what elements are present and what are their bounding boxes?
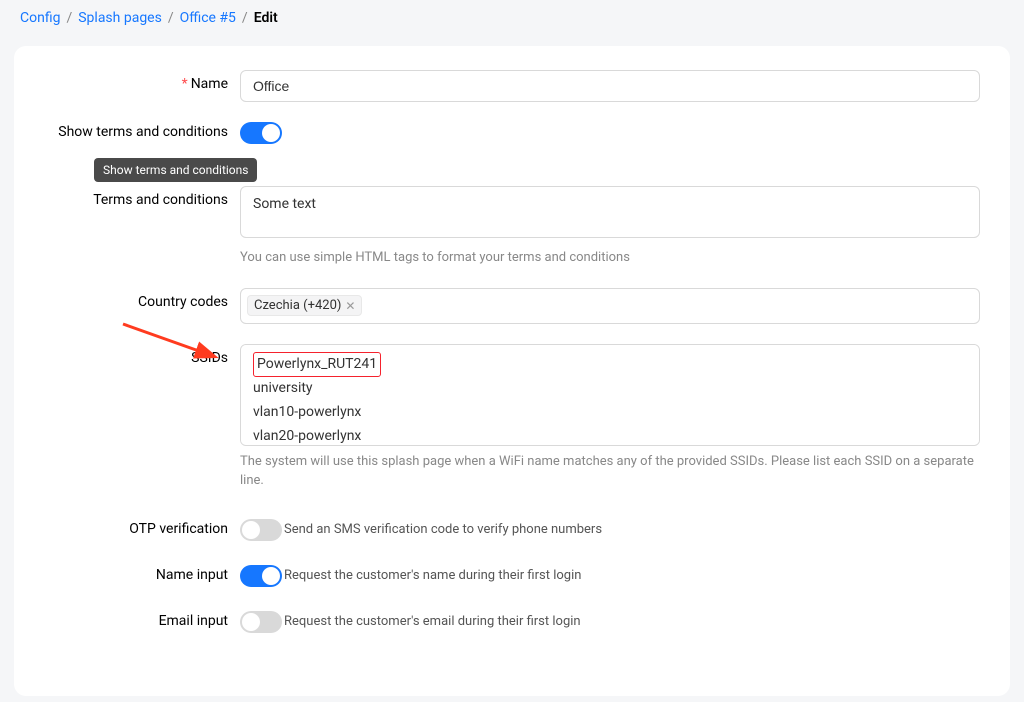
label-name-input: Name input (44, 565, 240, 583)
name-input-field[interactable] (240, 70, 980, 102)
row-name: *Name (44, 70, 980, 102)
ssids-help-text: The system will use this splash page whe… (240, 452, 980, 491)
ssid-line: vlan10-powerlynx (253, 401, 967, 425)
label-ssids: SSIDs (44, 344, 240, 366)
label-show-terms: Show terms and conditions (44, 122, 240, 140)
ssid-line: university (253, 377, 967, 401)
breadcrumb-link-splash-pages[interactable]: Splash pages (78, 10, 162, 26)
breadcrumb-separator: / (66, 10, 72, 26)
row-otp: OTP verification Send an SMS verificatio… (44, 519, 980, 541)
country-codes-select[interactable]: Czechia (+420) ✕ (240, 288, 980, 324)
row-name-input: Name input Request the customer's name d… (44, 565, 980, 587)
row-country-codes: Country codes Czechia (+420) ✕ (44, 288, 980, 324)
breadcrumb-current: Edit (254, 10, 278, 26)
email-input-toggle[interactable] (240, 611, 282, 633)
email-input-description: Request the customer's email during thei… (284, 614, 581, 629)
ssids-textarea[interactable]: Powerlynx_RUT241 university vlan10-power… (240, 344, 980, 446)
otp-toggle[interactable] (240, 519, 282, 541)
ssid-line: vlan20-powerlynx (253, 425, 967, 446)
row-email-input: Email input Request the customer's email… (44, 611, 980, 633)
show-terms-toggle[interactable] (240, 122, 282, 144)
name-input-description: Request the customer's name during their… (284, 568, 581, 583)
terms-help-text: You can use simple HTML tags to format y… (240, 248, 980, 268)
name-input-toggle[interactable] (240, 565, 282, 587)
form-card: *Name Show terms and conditions Show ter… (14, 46, 1010, 696)
row-show-terms: Show terms and conditions Show terms and… (44, 122, 980, 144)
label-otp: OTP verification (44, 519, 240, 537)
tag-remove-icon[interactable]: ✕ (345, 299, 355, 313)
breadcrumb: Config / Splash pages / Office #5 / Edit (0, 0, 1024, 36)
label-terms: Terms and conditions (44, 186, 240, 208)
label-name: *Name (44, 70, 240, 92)
otp-description: Send an SMS verification code to verify … (284, 522, 602, 537)
row-terms: Terms and conditions Some text You can u… (44, 186, 980, 268)
country-tag-label: Czechia (+420) (254, 298, 341, 313)
required-asterisk: * (182, 76, 188, 92)
breadcrumb-link-config[interactable]: Config (20, 10, 60, 26)
breadcrumb-link-office[interactable]: Office #5 (180, 10, 236, 26)
breadcrumb-separator: / (168, 10, 174, 26)
ssid-highlighted: Powerlynx_RUT241 (253, 352, 381, 378)
terms-textarea[interactable]: Some text (240, 186, 980, 238)
label-country-codes: Country codes (44, 288, 240, 310)
label-email-input: Email input (44, 611, 240, 629)
breadcrumb-separator: / (242, 10, 248, 26)
country-tag: Czechia (+420) ✕ (247, 295, 362, 316)
tooltip-show-terms: Show terms and conditions (94, 158, 257, 182)
row-ssids: SSIDs Powerlynx_RUT241 university vlan10… (44, 344, 980, 491)
